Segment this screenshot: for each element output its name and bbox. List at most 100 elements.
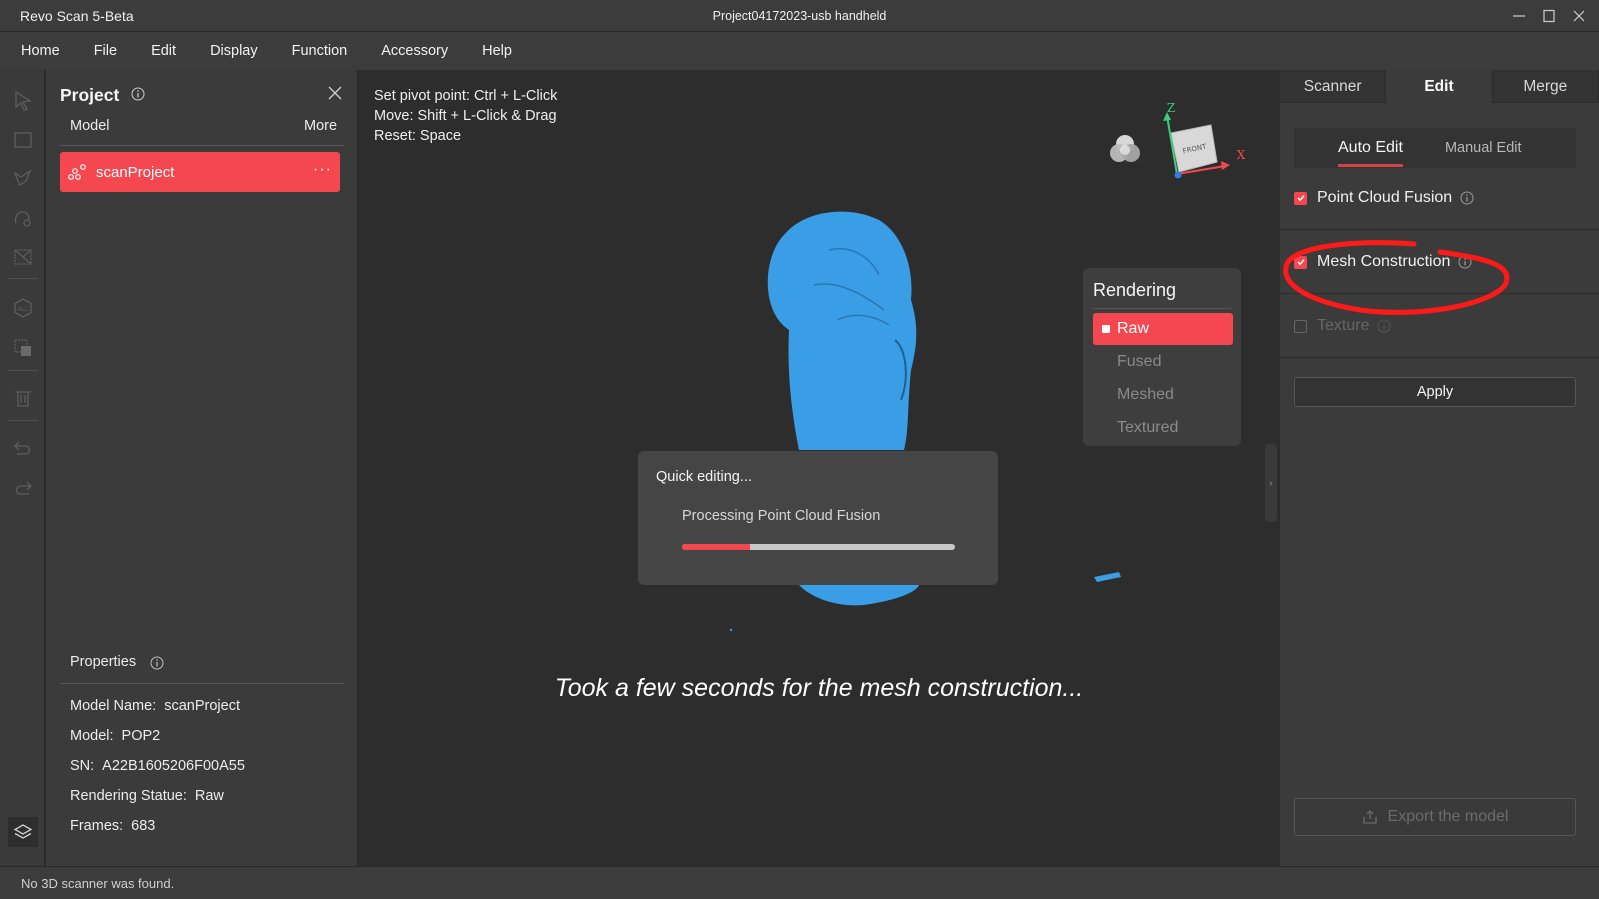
progress-bar-fill — [682, 544, 751, 550]
rectangle-select-tool[interactable] — [11, 128, 35, 152]
export-model-button[interactable]: Export the model — [1294, 798, 1576, 836]
minimize-button[interactable] — [1505, 4, 1533, 28]
divider — [1280, 293, 1599, 294]
menu-file[interactable]: File — [82, 43, 129, 59]
model-column-header: Model — [70, 118, 110, 134]
rendering-option-textured[interactable]: Textured — [1093, 412, 1233, 444]
rendering-title: Rendering — [1093, 280, 1177, 300]
menu-help[interactable]: Help — [470, 43, 524, 59]
x-axis-arrow — [1221, 161, 1230, 170]
dialog-message: Processing Point Cloud Fusion — [682, 508, 881, 524]
view-cube[interactable]: FRONT Z X — [1163, 101, 1246, 179]
select-tool[interactable] — [11, 88, 35, 112]
option-point-cloud-fusion[interactable]: Point Cloud Fusion — [1294, 186, 1474, 210]
option-label: Mesh Construction — [1317, 253, 1451, 270]
close-icon — [1573, 10, 1585, 22]
crop-select-tool[interactable] — [11, 336, 35, 360]
redo-button[interactable] — [11, 476, 35, 500]
divider — [60, 145, 344, 146]
project-panel: Project Model More scanProject ··· Prope… — [46, 70, 358, 866]
project-panel-title: Project — [60, 85, 120, 105]
subtab-auto-edit[interactable]: Auto Edit — [1338, 139, 1403, 167]
undo-icon — [14, 441, 31, 455]
option-label: Texture — [1317, 317, 1370, 334]
menu-function[interactable]: Function — [280, 43, 360, 59]
rectangle-select-icon — [14, 132, 32, 148]
svg-text:ALL: ALL — [18, 306, 29, 313]
property-value: scanProject — [164, 698, 240, 714]
undo-button[interactable] — [11, 436, 35, 460]
point-cloud-fusion-checkbox[interactable] — [1294, 191, 1307, 205]
delete-tool[interactable] — [11, 386, 35, 410]
property-value: POP2 — [121, 728, 161, 744]
brush-select-tool[interactable] — [11, 206, 35, 230]
rendering-option-meshed[interactable]: Meshed — [1093, 379, 1233, 411]
checkmark-icon — [1296, 259, 1305, 266]
model-options-button[interactable]: ··· — [313, 161, 332, 179]
hexagon-icon: ALL — [14, 298, 32, 318]
divider — [1280, 357, 1599, 358]
right-panel: Scanner Edit Merge Auto Edit Manual Edit… — [1280, 70, 1599, 866]
panel-tabs: Scanner Edit Merge — [1280, 70, 1599, 103]
status-text: No 3D scanner was found. — [21, 876, 175, 891]
close-panel-icon[interactable] — [326, 84, 344, 102]
close-window-button[interactable] — [1565, 4, 1593, 28]
model-list-item[interactable]: scanProject ··· — [60, 152, 340, 192]
rendering-option-fused[interactable]: Fused — [1093, 346, 1233, 378]
info-icon[interactable] — [131, 87, 145, 101]
rendering-option-raw[interactable]: Raw — [1093, 313, 1233, 345]
subtab-manual-edit[interactable]: Manual Edit — [1445, 140, 1522, 156]
maximize-button[interactable] — [1535, 4, 1563, 28]
property-label: Frames: — [70, 818, 124, 834]
properties-title: Properties — [70, 654, 137, 670]
checkmark-icon — [1296, 195, 1305, 202]
more-button[interactable]: More — [304, 118, 337, 134]
menu-accessory[interactable]: Accessory — [369, 43, 460, 59]
chevron-right-icon: › — [1269, 477, 1273, 489]
rendering-panel: Rendering Raw Fused Meshed Textured — [1083, 268, 1241, 446]
redo-icon — [15, 481, 32, 495]
invert-select-tool[interactable] — [11, 245, 35, 269]
3d-viewport[interactable]: Set pivot point: Ctrl + L-Click Move: Sh… — [359, 70, 1279, 866]
layers-button[interactable] — [8, 817, 38, 847]
property-label: Model Name: — [70, 698, 157, 714]
tab-edit[interactable]: Edit — [1386, 70, 1493, 103]
property-model: Model: POP2 — [70, 728, 160, 744]
tab-merge[interactable]: Merge — [1492, 70, 1599, 103]
tab-scanner[interactable]: Scanner — [1280, 70, 1387, 103]
tool-strip: ALL — [0, 70, 45, 866]
invert-select-icon — [14, 249, 32, 265]
mesh-construction-checkbox[interactable] — [1294, 255, 1307, 269]
option-texture[interactable]: Texture — [1294, 314, 1391, 338]
select-arrow-icon — [15, 90, 32, 111]
divider — [60, 683, 344, 684]
lighting-icon[interactable] — [1110, 135, 1140, 162]
lasso-select-tool[interactable] — [11, 166, 35, 190]
title-bar: Revo Scan 5-Beta Project04172023-usb han… — [0, 0, 1599, 32]
minimize-icon — [1513, 15, 1525, 17]
divider — [1093, 308, 1231, 309]
menu-edit[interactable]: Edit — [139, 43, 188, 59]
tool-separator — [8, 420, 38, 421]
dialog-title: Quick editing... — [656, 469, 752, 485]
edit-subtabs: Auto Edit Manual Edit — [1294, 128, 1576, 168]
texture-checkbox[interactable] — [1294, 319, 1307, 333]
info-icon[interactable] — [150, 656, 164, 670]
menu-display[interactable]: Display — [198, 43, 270, 59]
info-icon[interactable] — [1377, 319, 1391, 333]
trash-icon — [15, 391, 31, 407]
export-label: Export the model — [1387, 808, 1509, 825]
option-mesh-construction[interactable]: Mesh Construction — [1294, 250, 1472, 274]
y-axis-dot — [1174, 171, 1182, 179]
collapse-panel-handle[interactable]: › — [1265, 444, 1277, 522]
option-label: Point Cloud Fusion — [1317, 189, 1453, 206]
reset-view-tool[interactable]: ALL — [11, 296, 35, 320]
menu-home[interactable]: Home — [9, 43, 72, 59]
info-icon[interactable] — [1460, 191, 1474, 205]
property-sn: SN: A22B1605206F00A55 — [70, 758, 245, 774]
x-axis-label: X — [1237, 148, 1246, 162]
apply-button[interactable]: Apply — [1294, 377, 1576, 407]
progress-dialog: Quick editing... Processing Point Cloud … — [638, 451, 998, 585]
info-icon[interactable] — [1458, 255, 1472, 269]
overlay-caption: Took a few seconds for the mesh construc… — [554, 674, 1084, 702]
